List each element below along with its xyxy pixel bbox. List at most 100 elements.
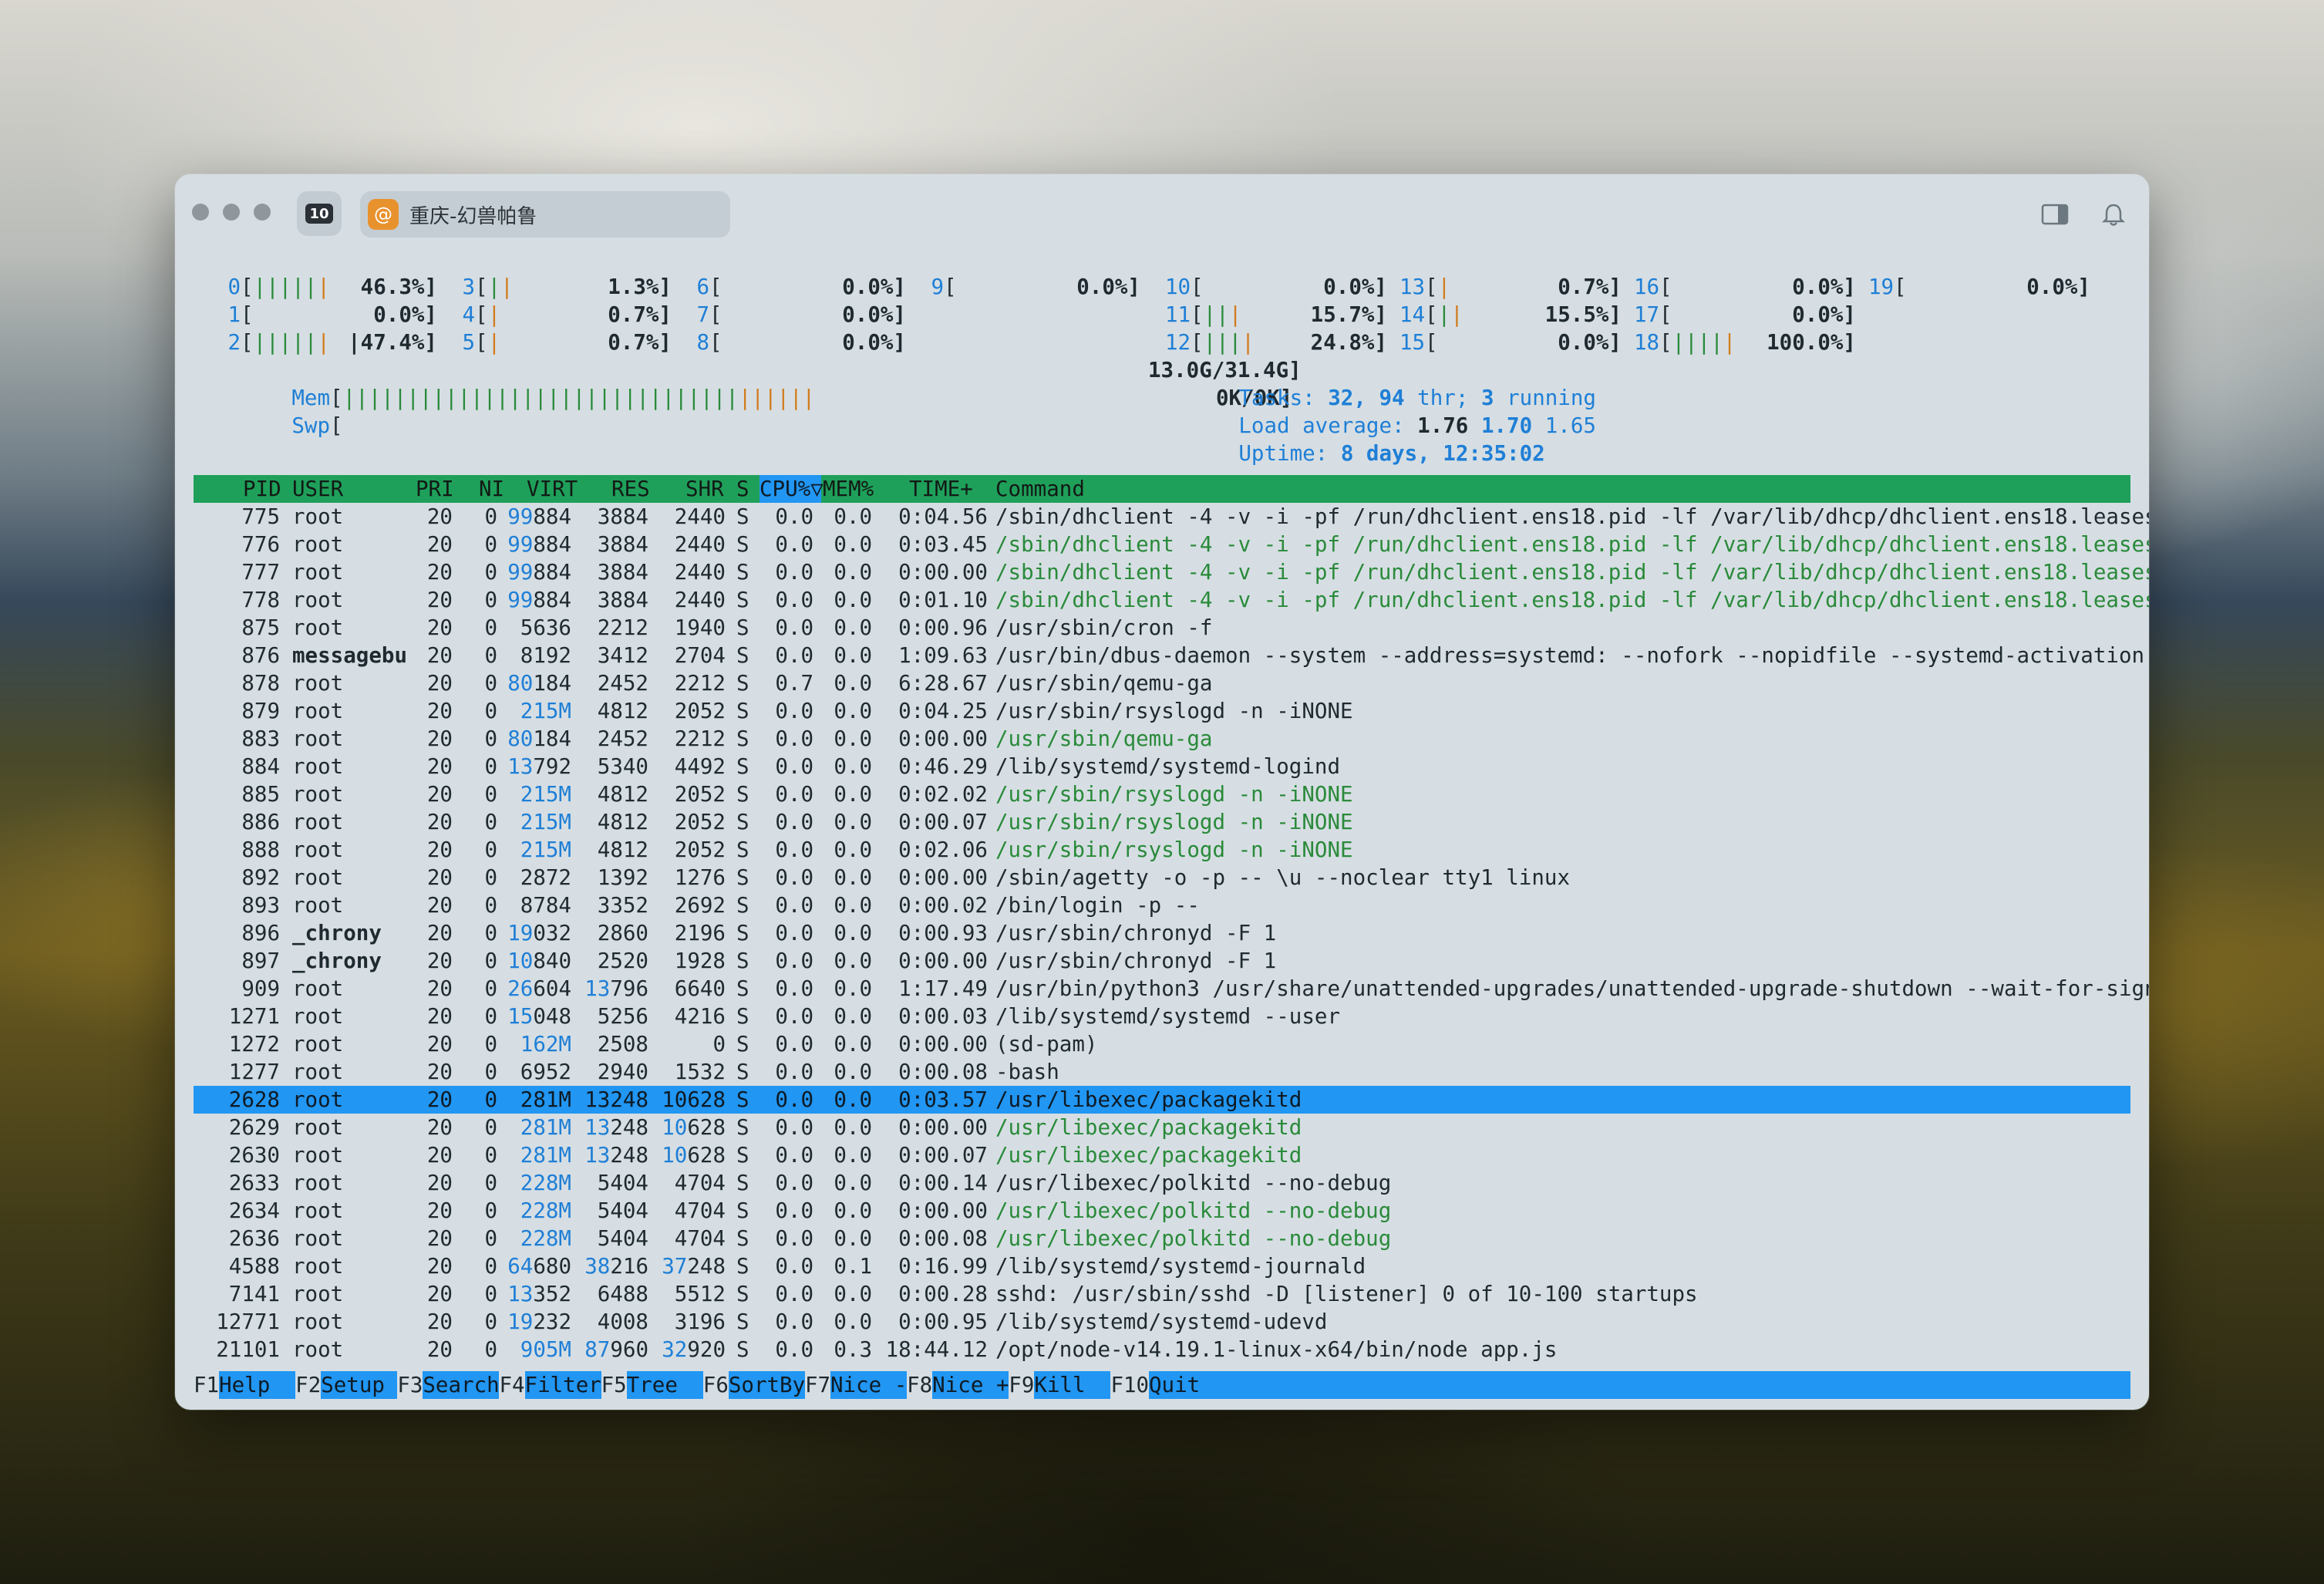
app-logo-icon: 10 (305, 204, 333, 224)
cell-command: /sbin/dhclient -4 -v -i -pf /run/dhclien… (995, 560, 2149, 585)
col-res[interactable]: RES (611, 475, 650, 503)
process-row[interactable]: 892 root 20 0 2872 1392 1276 S 0.0 0.0 0:00.00/sbi… (194, 864, 2130, 891)
process-row[interactable]: 875 root 20 0 5636 2212 1940 S 0.0 0.0 0:00.96/usr… (194, 614, 2130, 642)
cell-command: /usr/sbin/qemu-ga (995, 726, 1213, 751)
col-pri[interactable]: PRI (416, 475, 454, 503)
col-mem[interactable]: MEM% (823, 475, 874, 503)
process-row[interactable]: 2628 root 20 0 281M 13248 10628 S 0.0 0.0 0:03.57/… (194, 1086, 2130, 1114)
process-row[interactable]: 2636 root 20 0 228M 5404 4704 S 0.0 0.0 0:00.08/us… (194, 1225, 2130, 1252)
cell-command: /usr/sbin/rsyslogd -n -iNONE (995, 699, 1353, 723)
fkey-label-f4[interactable]: Filter (525, 1371, 601, 1399)
process-row[interactable]: 2633 root 20 0 228M 5404 4704 S 0.0 0.0 0:00.14/us… (194, 1169, 2130, 1197)
process-row[interactable]: 885 root 20 0 215M 4812 2052 S 0.0 0.0 0:02.02/usr… (194, 780, 2130, 808)
htop-screen[interactable]: 0[|||||| 46.3%] 1[0.0%] 2[|||||| |47.4%] 3[||… (194, 273, 2149, 1399)
cpu-meter-1: 1[0.0%] (215, 301, 437, 329)
cpu-id: 16 (1634, 275, 1660, 299)
process-row[interactable]: 896 _chrony 20 0 19032 2860 2196 S 0.0 0.0 0:00.93… (194, 919, 2130, 947)
cpu-id: 0 (227, 275, 241, 299)
process-row[interactable]: 1277 root 20 0 6952 2940 1532 S 0.0 0.0 0:00.08 -ba… (194, 1058, 2130, 1086)
fkey-label-f7[interactable]: Nice - (830, 1371, 907, 1399)
zoom-window-button[interactable] (254, 204, 271, 221)
cpu-value: 1.3%] (608, 275, 672, 299)
cpu-id: 17 (1634, 302, 1660, 327)
col-user[interactable]: USER (292, 475, 343, 503)
bell-icon[interactable] (2100, 202, 2127, 227)
process-row[interactable]: 2630 root 20 0 281M 13248 10628 S 0.0 0.0 0:00.07/… (194, 1141, 2130, 1169)
process-row[interactable]: 888 root 20 0 215M 4812 2052 S 0.0 0.0 0:02.06/usr… (194, 836, 2130, 864)
cell-command: /usr/libexec/packagekitd (995, 1087, 1302, 1112)
process-row[interactable]: 4588 root 20 0 64680 38216 37248 S 0.0 0.1 0:16.99… (194, 1252, 2130, 1280)
col-shr[interactable]: SHR (685, 475, 724, 503)
col-time[interactable]: TIME+ (909, 475, 973, 503)
process-row[interactable]: 776 root 20 0 99884 3884 2440 S 0.0 0.0 0:03.45/sb… (194, 531, 2149, 558)
process-row[interactable]: 1272 root 20 0 162M 2508 0 S 0.0 0.0 0:00.00 (sd-pa… (194, 1030, 2130, 1058)
fkey-f2[interactable]: F2 (295, 1371, 321, 1399)
fkey-label-f3[interactable]: Search (423, 1371, 499, 1399)
cell-command: /usr/sbin/rsyslogd -n -iNONE (995, 810, 1353, 834)
minimize-window-button[interactable] (223, 204, 240, 221)
col-virt[interactable]: VIRT (527, 475, 578, 503)
fkey-label-f6[interactable]: SortBy (729, 1371, 805, 1399)
cell-time: 0:04.25 (898, 699, 988, 723)
split-view-icon[interactable] (2041, 202, 2069, 227)
fkey-label-f2[interactable]: Setup (321, 1371, 397, 1399)
process-row[interactable]: 2629 root 20 0 281M 13248 10628 S 0.0 0.0 0:00.00/… (194, 1114, 2130, 1141)
cell-time: 0:00.00 (898, 1198, 988, 1223)
fkey-label-f9[interactable]: Kill (1034, 1371, 1110, 1399)
cell-time: 0:00.00 (898, 1032, 988, 1057)
fkey-f4[interactable]: F4 (499, 1371, 525, 1399)
cell-command: /sbin/agetty -o -p -- \u --noclear tty1 … (995, 865, 1571, 890)
fkey-f5[interactable]: F5 (601, 1371, 627, 1399)
process-row[interactable]: 7141 root 20 0 13352 6488 5512 S 0.0 0.0 0:00.28 ss… (194, 1280, 2130, 1308)
process-table-header[interactable]: PID USER PRI NI VIRT RES SHR S CPU%▽ MEM… (194, 475, 2130, 503)
fkey-label-f8[interactable]: Nice + (932, 1371, 1009, 1399)
process-row[interactable]: 1271 root 20 0 15048 5256 4216 S 0.0 0.0 0:00.03/l… (194, 1003, 2130, 1030)
cpu-meter-19: 19[0.0%] (1868, 275, 2090, 299)
process-row[interactable]: 2634 root 20 0 228M 5404 4704 S 0.0 0.0 0:00.00/us… (194, 1197, 2130, 1225)
process-row[interactable]: 886 root 20 0 215M 4812 2052 S 0.0 0.0 0:00.07/usr… (194, 808, 2130, 836)
cpu-meter-3: 3[|| 1.3%] (450, 273, 672, 301)
fkey-f8[interactable]: F8 (907, 1371, 932, 1399)
process-row[interactable]: 878 root 20 0 80184 2452 2212 S 0.7 0.0 6:28.67/us… (194, 669, 2130, 697)
fkey-f7[interactable]: F7 (804, 1371, 830, 1399)
process-row[interactable]: 893 root 20 0 8784 3352 2692 S 0.0 0.0 0:00.02/bin… (194, 891, 2130, 919)
cpu-id: 5 (462, 330, 475, 355)
close-window-button[interactable] (192, 204, 209, 221)
fkey-f10[interactable]: F10 (1110, 1371, 1149, 1399)
cpu-id: 11 (1165, 302, 1191, 327)
process-row[interactable]: 909 root 20 0 26604 13796 6640 S 0.0 0.0 1:17.49/u… (194, 975, 2149, 1003)
fkey-f6[interactable]: F6 (702, 1371, 729, 1399)
cell-command: /usr/libexec/polkitd --no-debug (995, 1226, 1392, 1251)
process-row[interactable]: 21101 root 20 0 905M 87960 32920 S 0.0 0.3 18:44.1… (194, 1336, 2130, 1363)
process-row[interactable]: 897 _chrony 20 0 10840 2520 1928 S 0.0 0.0 0:00.00… (194, 947, 2130, 975)
col-state[interactable]: S (736, 475, 749, 503)
process-row[interactable]: 775 root 20 0 99884 3884 2440 S 0.0 0.0 0:04.56/sb… (194, 503, 2149, 531)
fkey-f1[interactable]: F1 (194, 1371, 219, 1399)
cpu-value: 0.0%] (2026, 275, 2090, 299)
col-cpu-sorted[interactable]: CPU%▽ (760, 475, 824, 503)
cell-time: 0:00.03 (898, 1004, 988, 1029)
cpu-value: 0.7%] (1558, 275, 1622, 299)
fkey-f3[interactable]: F3 (397, 1371, 423, 1399)
cpu-value: 0.0%] (1323, 275, 1387, 299)
app-menu-button[interactable]: 10 (297, 191, 342, 236)
fkey-label-f5[interactable]: Tree (627, 1371, 703, 1399)
process-row[interactable]: 12771 root 20 0 19232 4008 3196 S 0.0 0.0 0:00.95/… (194, 1308, 2130, 1336)
cell-command: -bash (995, 1060, 1059, 1084)
process-row[interactable]: 777 root 20 0 99884 3884 2440 S 0.0 0.0 0:00.00/sb… (194, 558, 2149, 586)
process-row[interactable]: 879 root 20 0 215M 4812 2052 S 0.0 0.0 0:04.25/usr… (194, 697, 2130, 725)
cell-command: /usr/sbin/chronyd -F 1 (995, 949, 1277, 973)
session-tab[interactable]: @ 重庆-幻兽帕鲁 (360, 191, 730, 238)
process-row[interactable]: 883 root 20 0 80184 2452 2212 S 0.0 0.0 0:00.00/us… (194, 725, 2130, 753)
col-pid[interactable]: PID (243, 475, 281, 503)
col-ni[interactable]: NI (479, 475, 504, 503)
fkey-f9[interactable]: F9 (1009, 1371, 1034, 1399)
process-row[interactable]: 876 messagebu 20 0 8192 3412 2704 S 0.0 0.0 1:09.6… (194, 642, 2144, 669)
fkey-label-f1[interactable]: Help (219, 1371, 295, 1399)
terminal-window: 10 @ 重庆-幻兽帕鲁 0[|||||| 46.3%] 1[0.0%] 2[||||… (175, 174, 2149, 1410)
process-row[interactable]: 778 root 20 0 99884 3884 2440 S 0.0 0.0 0:01.10/sb… (194, 586, 2149, 614)
fkey-label-f10[interactable]: Quit (1149, 1371, 1225, 1399)
process-row[interactable]: 884 root 20 0 13792 5340 4492 S 0.0 0.0 0:46.29/li… (194, 753, 2130, 780)
col-command[interactable]: Command (995, 475, 1085, 503)
cell-time: 0:00.07 (898, 810, 988, 834)
